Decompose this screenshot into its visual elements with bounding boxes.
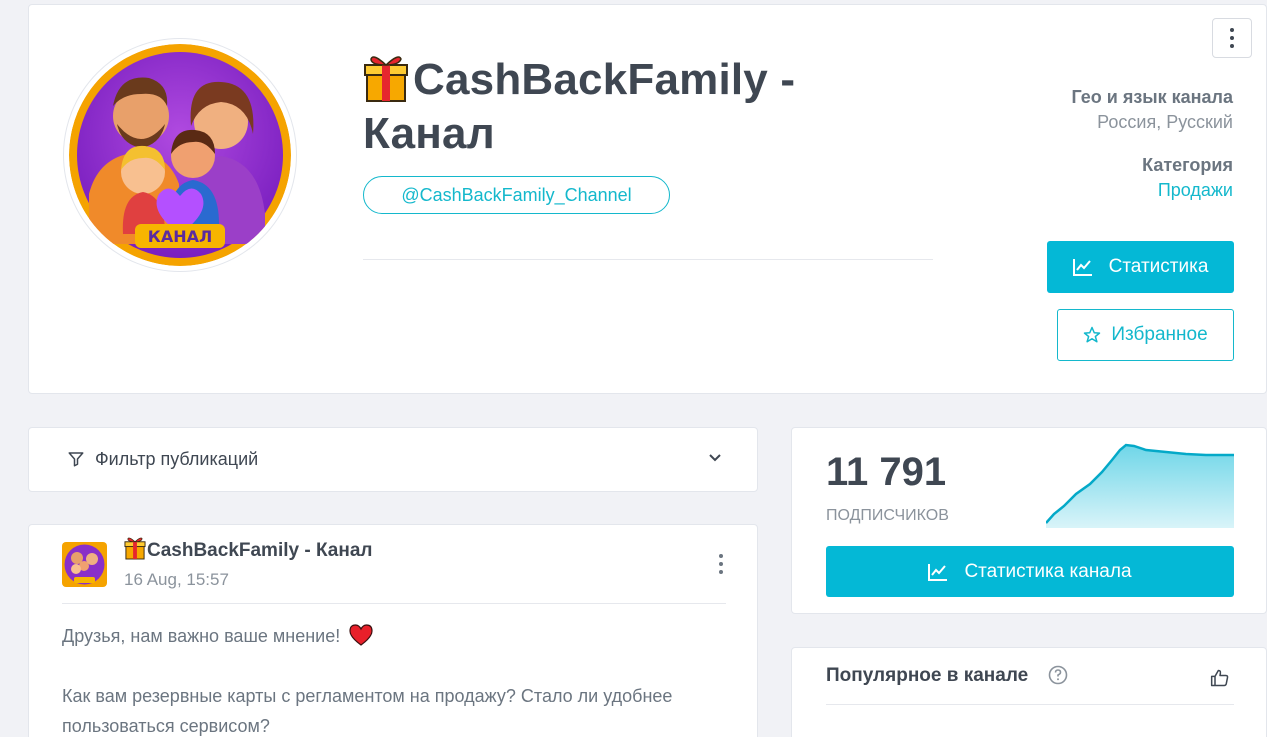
divider	[826, 704, 1234, 705]
star-icon	[1084, 326, 1101, 343]
post-author-name: CashBackFamily - Канал	[147, 540, 373, 561]
post-menu-button[interactable]	[719, 554, 723, 578]
filter-icon	[68, 452, 84, 467]
statistics-button-label: Статистика	[1108, 256, 1209, 277]
category-link[interactable]: Продажи	[1142, 180, 1233, 201]
post-card: CashBackFamily - Канал 16 Aug, 15:57 Дру…	[28, 524, 758, 737]
subscriber-count: 11 791	[826, 450, 947, 494]
channel-statistics-button[interactable]: Статистика канала	[826, 546, 1234, 597]
question-icon[interactable]	[1048, 665, 1068, 685]
post-body: Друзья, нам важно ваше мнение! Как вам р…	[62, 621, 734, 737]
category-label: Категория	[1142, 155, 1233, 175]
filter-label: Фильтр публикаций	[95, 449, 259, 469]
chart-line-icon	[1072, 259, 1092, 276]
subscribers-sparkline	[1046, 443, 1234, 528]
gift-icon	[124, 538, 146, 560]
chevron-down-icon[interactable]	[707, 449, 723, 465]
geo-label: Гео и язык канала	[1071, 87, 1233, 107]
subscriber-label: ПОДПИСЧИКОВ	[826, 507, 949, 524]
post-line-1: Друзья, нам важно ваше мнение!	[62, 626, 341, 646]
category: Категория Продажи	[1142, 155, 1233, 201]
post-line-2: Как вам резервные карты с регламентом на…	[62, 686, 673, 736]
avatar-badge-text: КАНАЛ	[148, 227, 213, 246]
statistics-button[interactable]: Статистика	[1047, 241, 1234, 293]
gift-icon	[364, 56, 408, 103]
publication-filter[interactable]: Фильтр публикаций	[28, 427, 758, 492]
channel-title-text: CashBackFamily - Канал	[363, 55, 796, 158]
channel-handle-link[interactable]: @CashBackFamily_Channel	[363, 176, 670, 214]
divider	[363, 259, 933, 260]
channel-avatar: КАНАЛ	[69, 44, 291, 266]
favorite-button[interactable]: Избранное	[1057, 309, 1234, 361]
subscribers-card: 11 791 ПОДПИСЧИКОВ Статистика канала	[791, 427, 1267, 614]
post-date[interactable]: 16 Aug, 15:57	[124, 570, 229, 590]
geo-language: Гео и язык канала Россия, Русский	[1071, 87, 1233, 133]
divider	[62, 603, 726, 604]
channel-header-card: КАНАЛ CashBackFamily - Канал @CashBackFa…	[28, 4, 1267, 394]
channel-title: CashBackFamily - Канал	[363, 53, 883, 161]
kebab-menu-icon	[719, 554, 723, 574]
post-author[interactable]: CashBackFamily - Канал	[124, 538, 373, 562]
heart-icon	[349, 624, 373, 646]
chart-line-icon	[928, 563, 948, 581]
channel-avatar-frame: КАНАЛ	[63, 38, 297, 272]
geo-value: Россия, Русский	[1097, 112, 1233, 132]
post-author-avatar[interactable]	[62, 542, 107, 587]
popular-title: Популярное в канале	[826, 665, 1029, 686]
channel-statistics-label: Статистика канала	[964, 560, 1132, 582]
channel-menu-button[interactable]	[1212, 18, 1252, 58]
kebab-menu-icon	[1230, 28, 1234, 52]
thumbs-up-icon[interactable]	[1210, 668, 1230, 688]
popular-card: Популярное в канале	[791, 647, 1267, 737]
favorite-button-label: Избранное	[1111, 324, 1208, 345]
